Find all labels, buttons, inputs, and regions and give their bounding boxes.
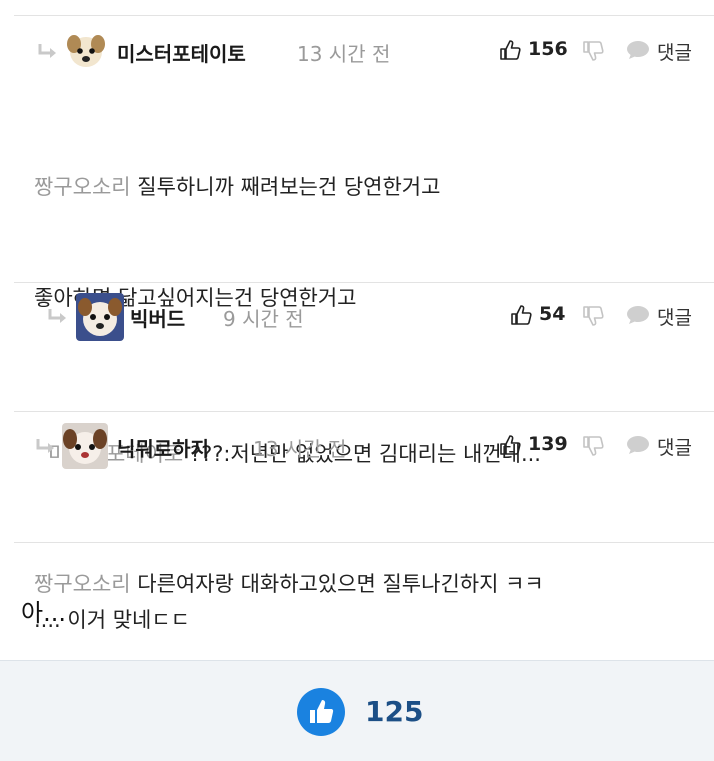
speech-bubble-icon[interactable]: [626, 40, 650, 60]
like-button[interactable]: [297, 688, 345, 736]
thumbs-down-icon[interactable]: [582, 305, 604, 327]
comment-timestamp: 13 시간 전: [297, 42, 391, 66]
thumbs-up-icon[interactable]: [499, 39, 521, 61]
aside-text: 아...: [21, 599, 66, 627]
reply-arrow-icon: [36, 439, 54, 453]
reply-arrow-icon: [38, 44, 56, 58]
avatar[interactable]: [62, 423, 108, 469]
thumbs-up-icon[interactable]: [499, 434, 521, 456]
avatar[interactable]: [76, 293, 124, 341]
reply-button[interactable]: 댓글: [657, 303, 692, 330]
thumbs-up-icon[interactable]: [510, 304, 532, 326]
comment-header: 빅버드 9 시간 전 54 댓글: [14, 293, 714, 341]
comment-timestamp: 13 시간 전: [253, 437, 347, 461]
comment-author[interactable]: 빅버드: [130, 303, 185, 332]
comment-author[interactable]: 미스터포테이토: [117, 38, 246, 67]
comment-author[interactable]: 닉뭐로하지: [117, 433, 209, 462]
like-count: 139: [528, 433, 568, 455]
like-count: 156: [528, 38, 568, 60]
thumbs-up-icon: [310, 700, 334, 723]
comment-2: 빅버드 9 시간 전 54 댓글 미스터포테이토 ???:저년만 없었으면 김대…: [14, 283, 714, 466]
thumbs-down-icon[interactable]: [582, 40, 604, 62]
reply-button[interactable]: 댓글: [657, 38, 692, 65]
thumbs-down-icon[interactable]: [582, 435, 604, 457]
like-count: 54: [539, 303, 566, 325]
comment-timestamp: 9 시간 전: [223, 307, 304, 331]
comment-line: 질투하니까 째려보는건 당연한거고: [137, 175, 441, 199]
mention[interactable]: 짱구오소리: [34, 175, 131, 199]
speech-bubble-icon[interactable]: [626, 305, 650, 325]
comment-1: 미스터포테이토 13 시간 전 156 댓글 짱구오소리 질투하니까 째려보는건…: [14, 16, 714, 632]
like-count: 125: [365, 695, 424, 728]
comment-divider: [14, 542, 714, 543]
reply-button[interactable]: 댓글: [657, 433, 692, 460]
avatar[interactable]: [64, 28, 108, 72]
comment-body: 짱구오소리 다른여자랑 대화하고있으면 질투나긴하지 ㅋㅋ: [34, 492, 544, 677]
reply-arrow-icon: [48, 309, 66, 323]
comment-header: 닉뭐로하지 13 시간 전 139 댓글: [14, 423, 714, 469]
comment-line: 다른여자랑 대화하고있으면 질투나긴하지 ㅋㅋ: [137, 572, 544, 596]
comment-header: 미스터포테이토 13 시간 전 156 댓글: [14, 28, 714, 72]
like-bar: 125: [0, 660, 714, 761]
comment-3: 닉뭐로하지 13 시간 전 139 댓글 짱구오소리 다른여자랑 대화하고있으면…: [14, 412, 714, 596]
speech-bubble-icon[interactable]: [626, 435, 650, 455]
